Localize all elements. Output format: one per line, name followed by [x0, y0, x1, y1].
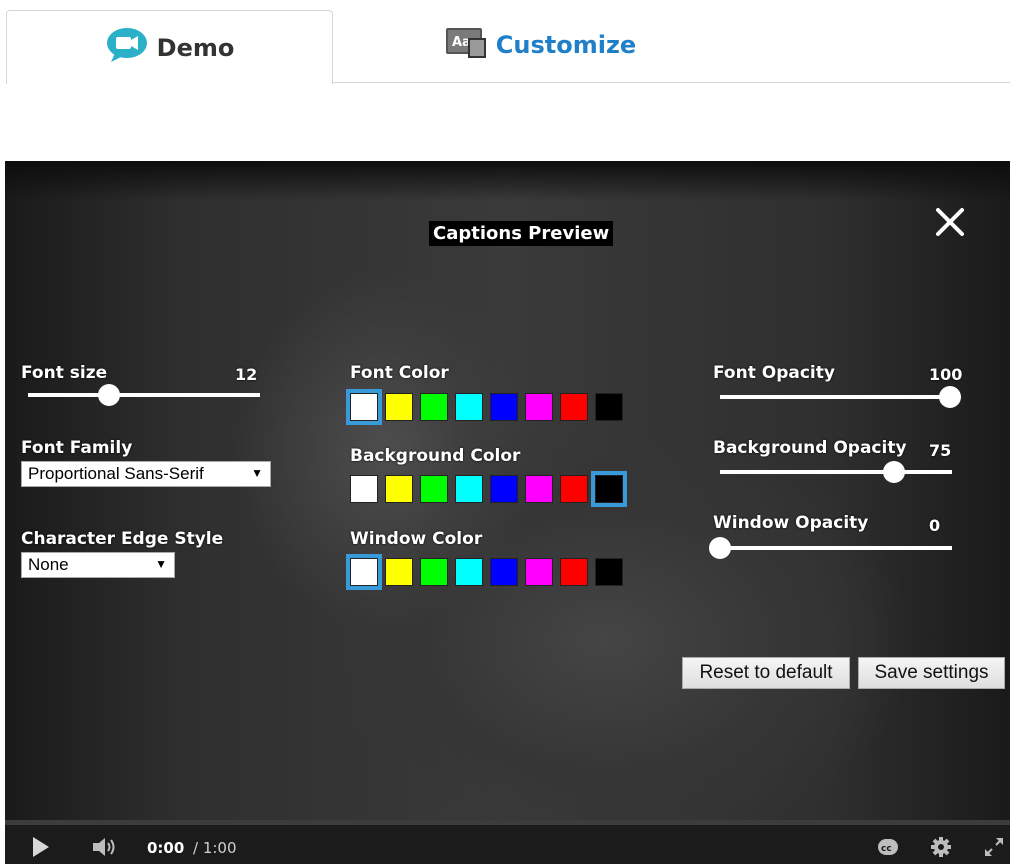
font-color-swatches: [346, 389, 623, 425]
swatch-white[interactable]: [350, 475, 378, 503]
window-color-swatches: [346, 554, 623, 590]
swatch-black[interactable]: [595, 393, 623, 421]
swatch-red[interactable]: [560, 393, 588, 421]
swatch-yellow[interactable]: [385, 393, 413, 421]
edge-style-select[interactable]: None ▼: [21, 552, 175, 578]
background-opacity-slider[interactable]: [720, 461, 952, 483]
fullscreen-icon[interactable]: [983, 836, 1005, 863]
settings-gear-icon[interactable]: [930, 836, 952, 863]
svg-text:cc: cc: [881, 844, 892, 854]
swatch-red[interactable]: [560, 558, 588, 586]
window-opacity-value: 0: [929, 516, 941, 535]
swatch-yellow[interactable]: [385, 558, 413, 586]
swatch-green[interactable]: [420, 393, 448, 421]
swatch-blue[interactable]: [490, 558, 518, 586]
slider-track: [720, 546, 952, 550]
swatch-red[interactable]: [560, 475, 588, 503]
background-color-label: Background Color: [350, 446, 521, 466]
cc-icon[interactable]: cc: [877, 838, 899, 861]
dropdown-arrow-icon: ▼: [251, 466, 263, 480]
swatch-magenta[interactable]: [525, 475, 553, 503]
font-color-label: Font Color: [350, 363, 449, 383]
window-opacity-label: Window Opacity: [713, 513, 869, 533]
current-time: 0:00: [147, 839, 185, 857]
swatch-magenta[interactable]: [525, 393, 553, 421]
font-opacity-value: 100: [929, 365, 963, 384]
font-opacity-slider[interactable]: [720, 386, 961, 408]
font-aa-icon: Aa: [444, 26, 488, 65]
font-family-select[interactable]: Proportional Sans-Serif ▼: [21, 461, 271, 487]
font-size-slider[interactable]: [28, 384, 260, 406]
volume-icon[interactable]: [91, 836, 117, 863]
swatch-blue[interactable]: [490, 393, 518, 421]
captions-preview-title: Captions Preview: [429, 221, 614, 246]
swatch-cyan[interactable]: [455, 393, 483, 421]
duration: / 1:00: [193, 839, 237, 857]
swatch-blue[interactable]: [490, 475, 518, 503]
slider-track: [28, 393, 260, 397]
slider-track: [720, 470, 952, 474]
swatch-magenta[interactable]: [525, 558, 553, 586]
swatch-cyan[interactable]: [455, 558, 483, 586]
progress-bar[interactable]: [5, 820, 1010, 825]
slider-track: [720, 395, 950, 399]
save-settings-button[interactable]: Save settings: [858, 657, 1005, 689]
edge-style-selected: None: [28, 555, 69, 574]
tab-demo[interactable]: Demo: [6, 10, 333, 84]
window-opacity-slider[interactable]: [709, 537, 952, 559]
video-chat-icon: [105, 26, 149, 69]
font-family-selected: Proportional Sans-Serif: [28, 464, 204, 483]
font-opacity-label: Font Opacity: [713, 363, 835, 383]
video-player: Captions Preview Font size 12 Font Famil…: [5, 161, 1010, 864]
tab-bar: Demo Aa Customize: [0, 0, 1010, 84]
tab-customize[interactable]: Aa Customize: [420, 10, 660, 80]
swatch-black[interactable]: [595, 558, 623, 586]
background-opacity-value: 75: [929, 441, 952, 460]
background-color-swatches: [350, 471, 627, 507]
font-size-label: Font size: [21, 363, 108, 383]
close-icon[interactable]: [933, 205, 967, 239]
slider-thumb[interactable]: [939, 386, 961, 408]
swatch-white[interactable]: [346, 389, 382, 425]
window-color-label: Window Color: [350, 529, 483, 549]
swatch-green[interactable]: [420, 475, 448, 503]
edge-style-label: Character Edge Style: [21, 529, 224, 549]
font-family-label: Font Family: [21, 438, 133, 458]
swatch-black[interactable]: [591, 471, 627, 507]
swatch-yellow[interactable]: [385, 475, 413, 503]
reset-to-default-button[interactable]: Reset to default: [682, 657, 850, 689]
play-icon[interactable]: [31, 836, 51, 863]
dropdown-arrow-icon: ▼: [155, 557, 167, 571]
slider-thumb[interactable]: [98, 384, 121, 406]
font-size-value: 12: [235, 365, 258, 384]
player-control-bar: 0:00 / 1:00 cc: [5, 820, 1010, 864]
slider-thumb[interactable]: [709, 537, 731, 559]
tab-demo-label: Demo: [156, 33, 235, 62]
swatch-white[interactable]: [346, 554, 382, 590]
tab-divider: [332, 82, 1010, 83]
tab-customize-label: Customize: [495, 31, 637, 59]
slider-thumb[interactable]: [883, 461, 905, 483]
swatch-cyan[interactable]: [455, 475, 483, 503]
background-opacity-label: Background Opacity: [713, 438, 907, 458]
swatch-green[interactable]: [420, 558, 448, 586]
